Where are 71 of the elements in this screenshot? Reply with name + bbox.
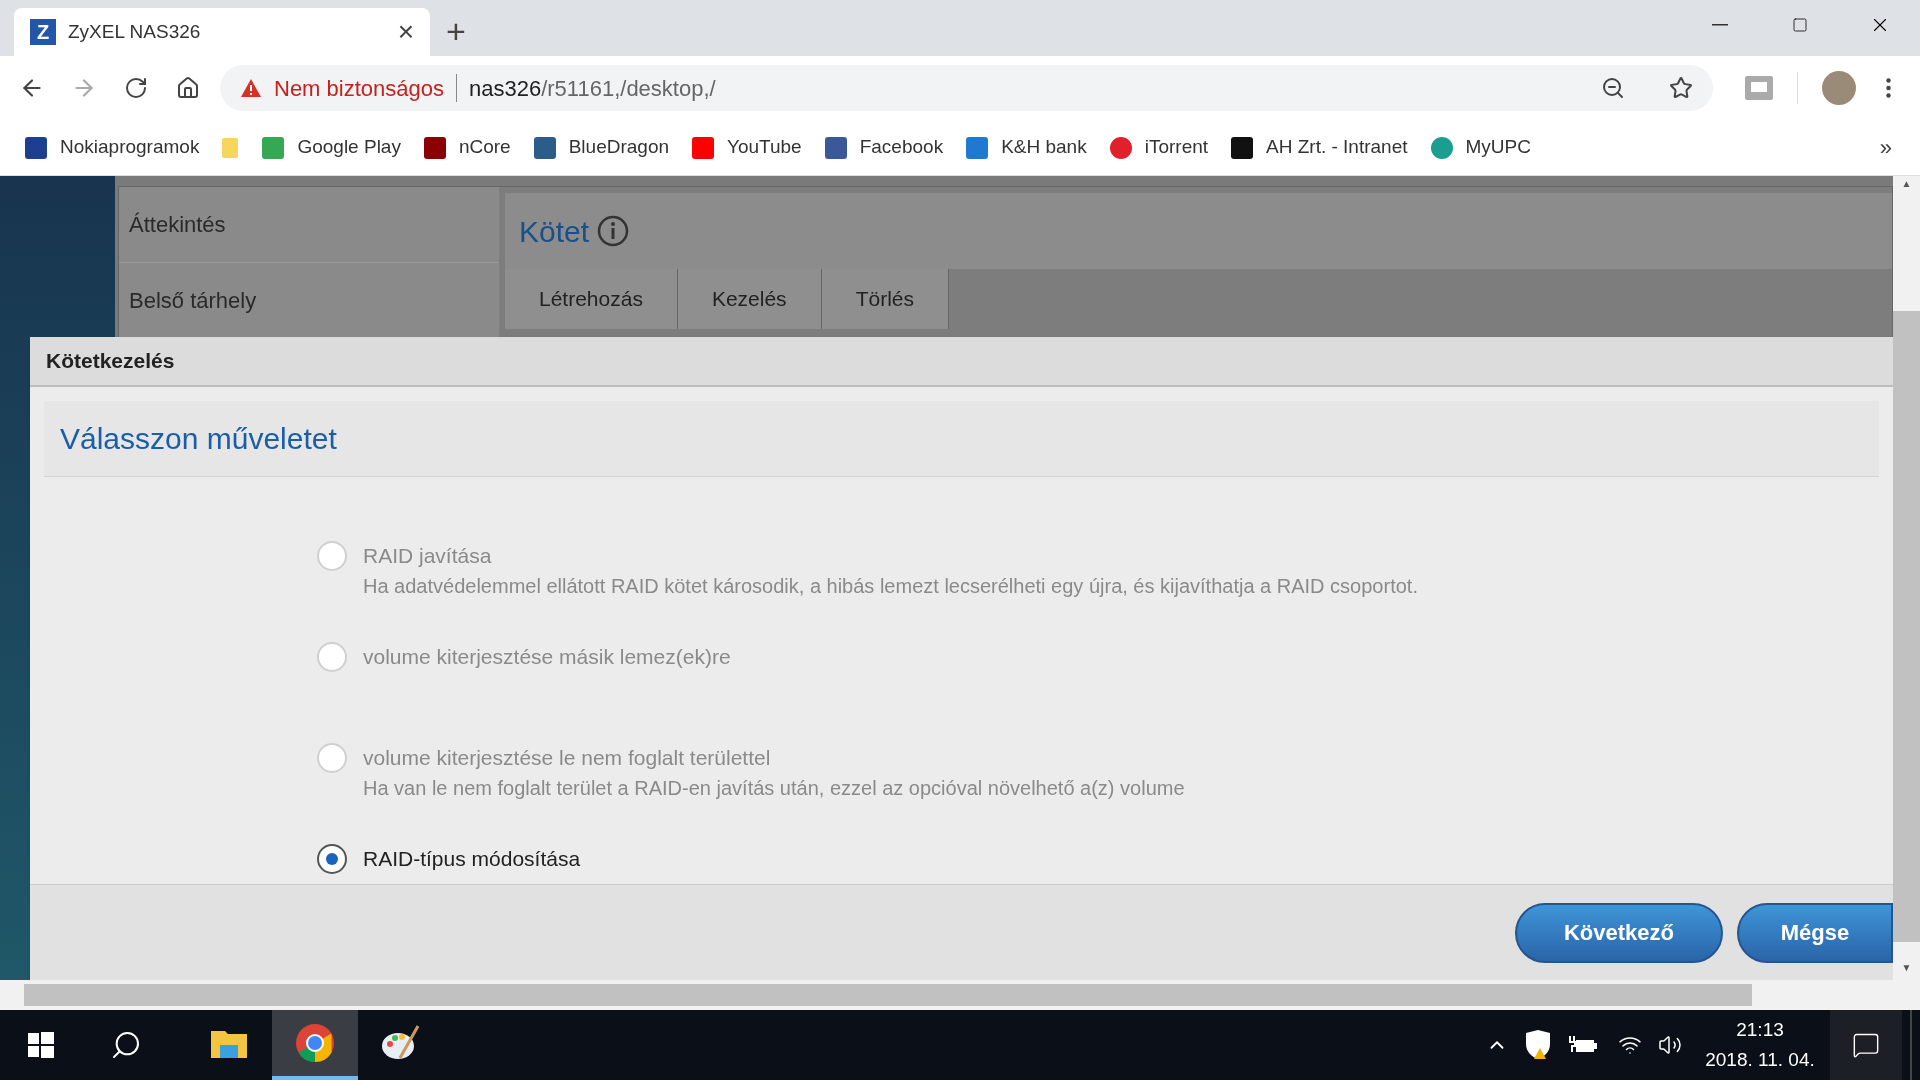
close-tab-button[interactable]: × <box>397 18 414 46</box>
zoom-icon[interactable] <box>1601 76 1625 100</box>
sidebar-item[interactable]: Áttekintés <box>119 187 499 263</box>
bookmark[interactable]: YouTube <box>683 129 810 166</box>
restore-icon <box>1792 17 1808 33</box>
bookmark-icon <box>1230 135 1255 160</box>
scroll-down-arrow[interactable]: ▼ <box>1901 960 1912 980</box>
horizontal-scrollbar[interactable] <box>0 980 1920 1010</box>
bookmark-icon <box>261 135 286 160</box>
windows-start-icon[interactable] <box>28 1032 54 1058</box>
security-label: Nem biztonságos <box>274 74 444 103</box>
bookmark-icon <box>1108 135 1133 160</box>
minimize-icon <box>1712 24 1728 26</box>
bookmark[interactable]: Google Play <box>253 129 409 166</box>
option-label: volume kiterjesztése másik lemez(ek)re <box>363 644 731 670</box>
tab[interactable]: Létrehozás <box>505 269 678 329</box>
reload-icon <box>124 76 148 100</box>
home-icon <box>176 76 200 100</box>
dialog-heading: Válasszon műveletet <box>60 421 337 457</box>
browser-tab[interactable]: Z ZyXEL NAS326 × <box>14 8 430 56</box>
chrome-icon <box>295 1023 335 1063</box>
sidebar-item[interactable]: Belső tárhely <box>119 263 499 339</box>
bookmark[interactable]: BlueDragon <box>524 129 677 166</box>
radio-button[interactable] <box>317 844 347 874</box>
bookmark[interactable]: Facebook <box>815 129 952 166</box>
folder-icon <box>221 136 240 159</box>
profile-avatar[interactable] <box>1822 71 1856 105</box>
option-description: Ha adatvédelemmel ellátott RAID kötet károsodik, a hibás lemezt lecserélheti egy újra, és kijavíthatja a RAID csoportot. <box>363 574 1418 599</box>
volume-icon[interactable] <box>1658 1033 1682 1057</box>
menu-icon <box>1885 78 1891 98</box>
bookmark[interactable]: nCore <box>414 129 519 166</box>
bookmark[interactable]: AH Zrt. - Intranet <box>1222 129 1416 166</box>
search-icon[interactable] <box>110 1029 142 1061</box>
new-tab-button[interactable]: + <box>446 14 466 48</box>
warning-icon <box>240 78 262 98</box>
info-icon[interactable] <box>597 215 630 247</box>
bookmark-icon <box>965 135 990 160</box>
option-description: Ha van le nem foglalt terület a RAID-en javítás után, ezzel az opcióval növelhető a(z) volume <box>363 776 1185 801</box>
tab[interactable]: Kezelés <box>677 269 822 329</box>
section-title: Kötet <box>519 213 590 250</box>
vertical-scrollbar[interactable]: ▲ ▼ <box>1893 176 1920 980</box>
bookmark[interactable]: iTorrent <box>1100 129 1217 166</box>
dialog-button[interactable]: Mégse <box>1737 902 1893 963</box>
shield-icon[interactable] <box>1524 1030 1552 1060</box>
taskbar-app[interactable] <box>272 1010 358 1080</box>
bookmark[interactable]: MyUPC <box>1421 129 1539 166</box>
bookmark[interactable]: Nokiaprogramok <box>16 129 208 166</box>
site-favicon: Z <box>30 19 56 45</box>
palette-icon <box>380 1024 422 1062</box>
bookmark[interactable]: K&H bank <box>957 129 1095 166</box>
bookmark-star-icon[interactable] <box>1669 76 1693 100</box>
tab-title: ZyXEL NAS326 <box>68 19 202 44</box>
option-label: RAID javítása <box>363 543 493 569</box>
bookmark-icon <box>823 135 848 160</box>
option-label: RAID-típus módosítása <box>363 846 581 872</box>
clock[interactable]: 21:13 2018. 11. 04. <box>1698 1015 1822 1075</box>
scroll-up-arrow[interactable]: ▲ <box>1901 176 1912 196</box>
dialog-title: Kötetkezelés <box>46 348 175 375</box>
bookmark-icon <box>422 135 447 160</box>
address-bar[interactable]: Nem biztonságos nas326/r51161,/desktop,/ <box>220 65 1713 111</box>
bookmark-icon <box>691 135 715 160</box>
option-label: volume kiterjesztése le nem foglalt területtel <box>363 745 772 771</box>
url-text: nas326/r51161,/desktop,/ <box>469 74 717 103</box>
notification-icon <box>1852 1031 1880 1059</box>
bookmark-icon <box>1429 135 1454 160</box>
dialog-button[interactable]: Következő <box>1515 902 1723 963</box>
bookmark-icon <box>24 135 48 160</box>
tab[interactable]: Törlés <box>821 269 949 329</box>
more-bookmarks-button[interactable]: » <box>1867 131 1904 164</box>
action-center-button[interactable] <box>1830 1010 1902 1080</box>
bookmark-icon <box>532 135 557 160</box>
